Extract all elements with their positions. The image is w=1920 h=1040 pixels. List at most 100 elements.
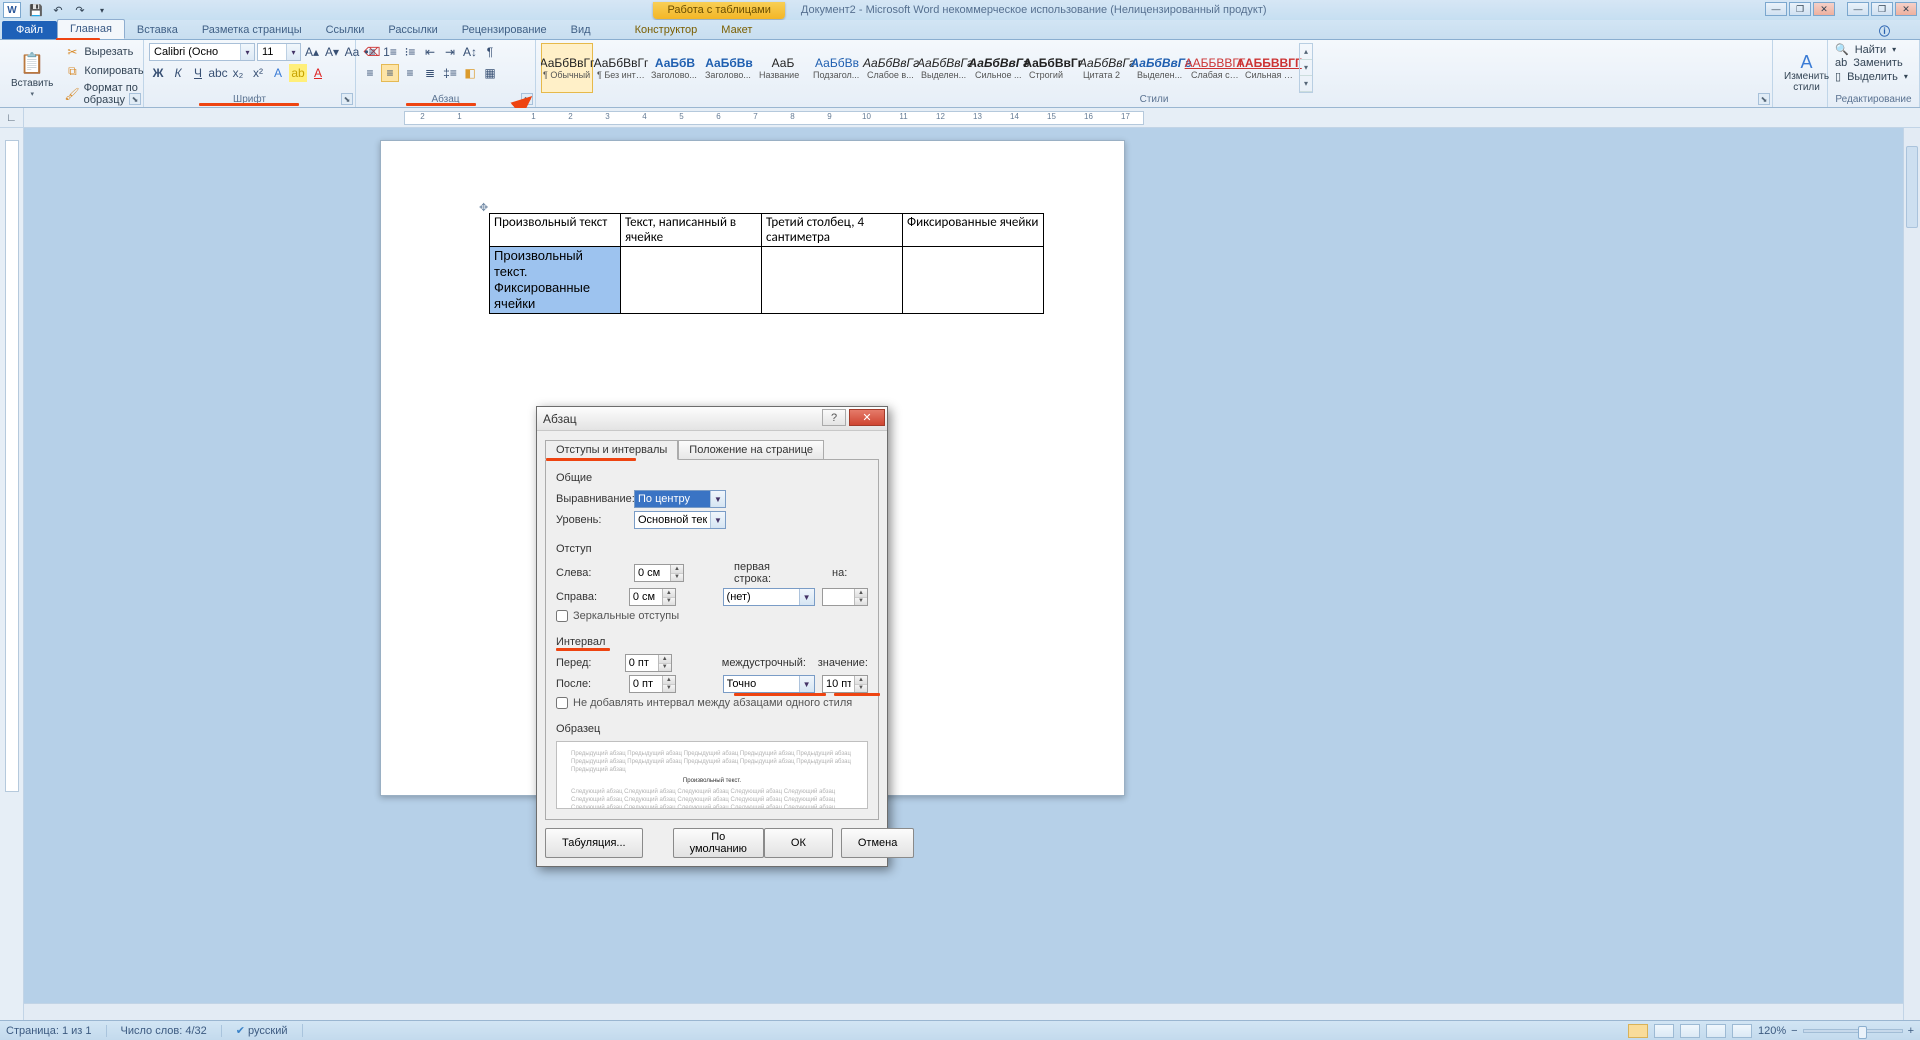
level-combo[interactable]: ▼ bbox=[634, 511, 726, 529]
after-input[interactable] bbox=[630, 676, 662, 692]
view-print-layout-icon[interactable] bbox=[1628, 1024, 1648, 1038]
bold-icon[interactable]: Ж bbox=[149, 64, 167, 82]
table-cell[interactable]: Фиксированные ячейки bbox=[903, 214, 1044, 247]
table-anchor-icon[interactable]: ✥ bbox=[479, 201, 488, 214]
zoom-slider[interactable] bbox=[1803, 1029, 1903, 1033]
align-input[interactable] bbox=[635, 491, 710, 507]
tab-home[interactable]: Главная bbox=[57, 19, 125, 39]
vertical-scrollbar[interactable] bbox=[1903, 128, 1920, 1020]
tab-review[interactable]: Рецензирование bbox=[450, 21, 559, 39]
qat-dropdown-icon[interactable]: ▾ bbox=[93, 2, 111, 18]
styles-expand-icon[interactable]: ▴▾▾ bbox=[1299, 43, 1313, 93]
style-tile[interactable]: АаБбВвГгСильное ... bbox=[973, 43, 1025, 93]
default-button[interactable]: По умолчанию bbox=[673, 828, 764, 858]
tab-page-layout[interactable]: Разметка страницы bbox=[190, 21, 314, 39]
tab-design[interactable]: Конструктор bbox=[623, 21, 710, 39]
horizontal-ruler[interactable]: ∟ 211234567891011121314151617 bbox=[0, 108, 1920, 128]
find-button[interactable]: 🔍Найти▾ bbox=[1833, 43, 1898, 56]
style-tile[interactable]: АаБбВвГгВыделен... bbox=[1135, 43, 1187, 93]
change-styles-button[interactable]: AИзменить стили bbox=[1778, 53, 1835, 95]
paste-button[interactable]: 📋 Вставить ▾ bbox=[5, 48, 59, 102]
highlight-icon[interactable]: ab bbox=[289, 64, 307, 82]
linespacing-combo[interactable]: ▼ bbox=[723, 675, 815, 693]
same-style-checkbox[interactable]: Не добавлять интервал между абзацами одн… bbox=[556, 697, 868, 709]
file-tab[interactable]: Файл bbox=[2, 21, 57, 39]
align-center-icon[interactable]: ≡ bbox=[381, 64, 399, 82]
copy-button[interactable]: ⧉Копировать bbox=[61, 62, 146, 80]
font-size-input[interactable] bbox=[258, 44, 286, 60]
align-combo[interactable]: ▼ bbox=[634, 490, 726, 508]
ok-button[interactable]: ОК bbox=[764, 828, 833, 858]
align-left-icon[interactable]: ≡ bbox=[361, 64, 379, 82]
zoom-control[interactable]: 120% − + bbox=[1758, 1025, 1914, 1037]
style-tile[interactable]: АаБбВвГг¶ Без инте... bbox=[595, 43, 647, 93]
replace-button[interactable]: abЗаменить bbox=[1833, 57, 1905, 69]
justify-icon[interactable]: ≣ bbox=[421, 64, 439, 82]
style-tile[interactable]: АаБНазвание bbox=[757, 43, 809, 93]
by-input[interactable] bbox=[823, 589, 854, 605]
by-spinner[interactable]: ▲▼ bbox=[822, 588, 868, 606]
font-name-input[interactable] bbox=[150, 44, 240, 60]
inner-close-button[interactable]: ✕ bbox=[1895, 2, 1917, 16]
status-words[interactable]: Число слов: 4/32 bbox=[121, 1025, 222, 1037]
tab-references[interactable]: Ссылки bbox=[314, 21, 377, 39]
style-tile[interactable]: АаБбВвГгСлабое в... bbox=[865, 43, 917, 93]
dialog-tab-page-position[interactable]: Положение на странице bbox=[678, 440, 824, 460]
level-input[interactable] bbox=[635, 512, 710, 528]
increase-indent-icon[interactable]: ⇥ bbox=[441, 43, 459, 61]
dialog-close-button[interactable]: ✕ bbox=[849, 409, 885, 426]
italic-icon[interactable]: К bbox=[169, 64, 187, 82]
text-effects-icon[interactable]: A bbox=[269, 64, 287, 82]
table-cell[interactable] bbox=[621, 247, 762, 314]
view-outline-icon[interactable] bbox=[1706, 1024, 1726, 1038]
shading-icon[interactable]: ◧ bbox=[461, 64, 479, 82]
cancel-button[interactable]: Отмена bbox=[841, 828, 914, 858]
save-icon[interactable]: 💾 bbox=[27, 2, 45, 18]
shrink-font-icon[interactable]: A▾ bbox=[323, 43, 341, 61]
inner-minimize-button[interactable]: — bbox=[1847, 2, 1869, 16]
restore-button[interactable]: ❐ bbox=[1789, 2, 1811, 16]
mirror-checkbox[interactable]: Зеркальные отступы bbox=[556, 610, 868, 622]
right-spinner[interactable]: ▲▼ bbox=[629, 588, 676, 606]
help-icon[interactable]: ⓘ bbox=[1879, 23, 1890, 39]
table-cell[interactable] bbox=[762, 247, 903, 314]
bullets-icon[interactable]: •≡ bbox=[361, 43, 379, 61]
tab-selector[interactable]: ∟ bbox=[0, 108, 24, 127]
style-tile[interactable]: АаБбВвГгСтрогий bbox=[1027, 43, 1079, 93]
zoom-value[interactable]: 120% bbox=[1758, 1025, 1786, 1037]
styles-gallery[interactable]: АаБбВвГг¶ ОбычныйАаБбВвГг¶ Без инте...Аа… bbox=[541, 43, 1767, 93]
cut-button[interactable]: ✂Вырезать bbox=[61, 43, 146, 61]
pilcrow-icon[interactable]: ¶ bbox=[481, 43, 499, 61]
inner-restore-button[interactable]: ❐ bbox=[1871, 2, 1893, 16]
style-tile[interactable]: АаБбВвГгЦитата 2 bbox=[1081, 43, 1133, 93]
tab-mailings[interactable]: Рассылки bbox=[376, 21, 449, 39]
dialog-tab-indents[interactable]: Отступы и интервалы bbox=[545, 440, 678, 460]
close-button[interactable]: ✕ bbox=[1813, 2, 1835, 16]
subscript-icon[interactable]: x₂ bbox=[229, 64, 247, 82]
chevron-down-icon[interactable]: ▼ bbox=[710, 512, 725, 528]
before-spinner[interactable]: ▲▼ bbox=[625, 654, 672, 672]
style-tile[interactable]: АаБбВвГгВыделен... bbox=[919, 43, 971, 93]
right-input[interactable] bbox=[630, 589, 662, 605]
left-spinner[interactable]: ▲▼ bbox=[634, 564, 684, 582]
styles-dialog-launcher[interactable]: ⬊ bbox=[1758, 93, 1770, 105]
table-cell[interactable]: Третий столбец, 4 сантиметра bbox=[762, 214, 903, 247]
after-spinner[interactable]: ▲▼ bbox=[629, 675, 676, 693]
select-button[interactable]: ▯Выделить▾ bbox=[1833, 70, 1910, 83]
dialog-titlebar[interactable]: Абзац ? ✕ bbox=[537, 407, 887, 431]
font-name-combo[interactable]: ▾ bbox=[149, 43, 255, 61]
left-input[interactable] bbox=[635, 565, 670, 581]
style-tile[interactable]: ААББВВГГСильная с... bbox=[1243, 43, 1295, 93]
tab-view[interactable]: Вид bbox=[559, 21, 603, 39]
font-size-combo[interactable]: ▾ bbox=[257, 43, 301, 61]
view-draft-icon[interactable] bbox=[1732, 1024, 1752, 1038]
linespacing-input[interactable] bbox=[724, 676, 799, 692]
value-input[interactable] bbox=[823, 676, 854, 692]
chevron-down-icon[interactable]: ▼ bbox=[799, 589, 814, 605]
zoom-out-icon[interactable]: − bbox=[1791, 1025, 1797, 1037]
vertical-ruler[interactable] bbox=[0, 128, 24, 1020]
strikethrough-icon[interactable]: abc bbox=[209, 64, 227, 82]
status-lang[interactable]: ✔ русский bbox=[236, 1024, 303, 1037]
document-table[interactable]: Произвольный текст Текст, написанный в я… bbox=[489, 213, 1044, 314]
firstline-input[interactable] bbox=[724, 589, 799, 605]
